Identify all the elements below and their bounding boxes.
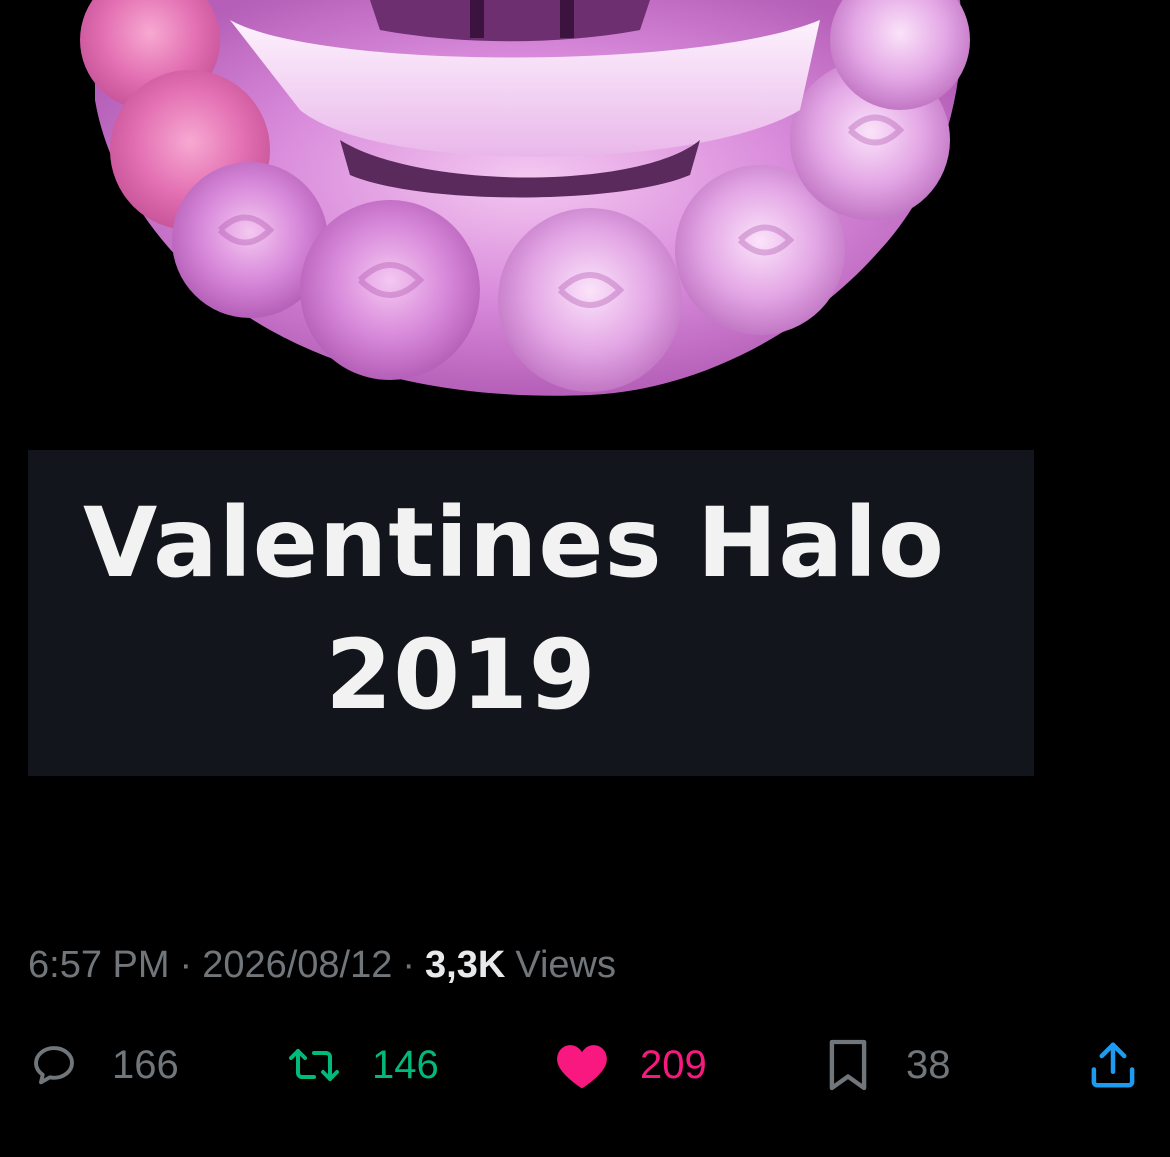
- share-button[interactable]: [1084, 1030, 1142, 1100]
- repost-count: 146: [372, 1042, 439, 1087]
- post-time[interactable]: 6:57 PM: [28, 944, 170, 987]
- like-count: 209: [640, 1042, 707, 1087]
- item-year: 2019: [325, 619, 597, 731]
- bookmark-button[interactable]: 38: [820, 1030, 951, 1100]
- item-title: Valentines Halo: [83, 487, 945, 599]
- repost-icon: [286, 1037, 342, 1093]
- reply-icon: [26, 1037, 82, 1093]
- post-action-bar: 166 146 209 38: [0, 1030, 1170, 1100]
- bookmark-count: 38: [906, 1042, 951, 1087]
- reply-button[interactable]: 166: [26, 1030, 179, 1100]
- meta-separator: ·: [402, 943, 416, 986]
- post-date[interactable]: 2026/08/12: [202, 944, 392, 987]
- repost-button[interactable]: 146: [286, 1030, 439, 1100]
- post-meta: 6:57 PM · 2026/08/12 · 3,3K Views: [28, 940, 616, 990]
- reply-count: 166: [112, 1042, 179, 1087]
- meta-separator: ·: [179, 943, 193, 986]
- item-title-banner: Valentines Halo 2019: [28, 450, 1034, 776]
- bookmark-icon: [820, 1037, 876, 1093]
- valentines-halo-image: [80, 0, 970, 396]
- like-button[interactable]: 209: [554, 1030, 707, 1100]
- post-image[interactable]: Valentines Halo 2019: [0, 0, 1170, 900]
- views-label: Views: [515, 943, 616, 986]
- heart-icon: [554, 1037, 610, 1093]
- share-icon: [1084, 1037, 1142, 1093]
- views-count[interactable]: 3,3K: [425, 944, 505, 987]
